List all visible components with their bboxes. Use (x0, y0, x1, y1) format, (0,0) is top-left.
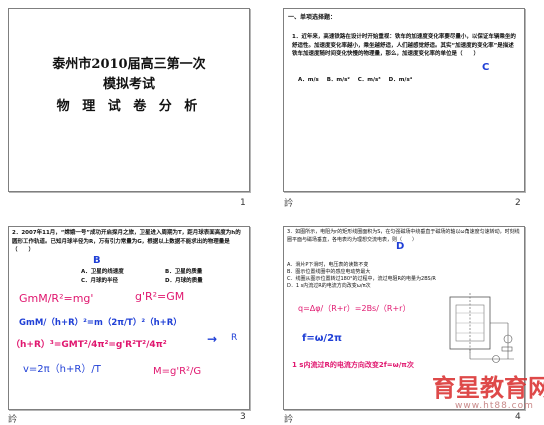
slide-notes-icon[interactable]: 訡 (284, 196, 293, 209)
slide-subtitle: 模拟考试 (102, 77, 155, 92)
section-heading: 一、单项选择题： (288, 14, 337, 21)
option-b: B．卫星的质量 (165, 269, 203, 275)
slide-number-2: 2 (515, 198, 521, 208)
slide-title: 泰州市2010届高三第一次 (52, 57, 206, 72)
slide-number-1: 1 (240, 198, 246, 208)
formula-gm: g'R²=GM (135, 290, 185, 303)
formula-direction-changes: 1 s内流过R的电流方向改变2f=ω/π次 (292, 361, 414, 369)
option-a: A．卫星的线速度 (81, 269, 124, 275)
slide-number-3: 3 (240, 412, 246, 422)
formula-frequency: f=ω/2π (302, 333, 342, 344)
slide-heading: 物 理 试 卷 分 析 (56, 99, 202, 114)
option-a: A．滑片P下滑时，电压表的读数不变 (287, 262, 369, 268)
formula-velocity: v=2π（h+R）/T (23, 364, 101, 375)
slide-notes-icon[interactable]: 訡 (284, 412, 293, 425)
slide-notes-icon[interactable]: 訡 (8, 412, 17, 425)
option-c: C．m/s³ (357, 77, 381, 83)
slide-number-4: 4 (515, 412, 521, 422)
watermark-url: www.ht88.com (455, 401, 534, 411)
arrow-right-icon: → (207, 332, 218, 346)
question-text: 1．近年来，高速铁路在设计时开始重视：铁车的加速度变化率要尽量小，以保证车辆乘坐… (292, 34, 516, 57)
watermark-logo: 育星教育网 (432, 374, 544, 402)
formula-gravity-surface: GmM/R²=mg' (19, 292, 94, 305)
answer-options: A．m/s B．m/s² C．m/s³ D．m/s⁴ (298, 75, 412, 83)
option-b: B．m/s² (326, 77, 350, 83)
option-d: D．月球的质量 (165, 278, 203, 284)
answer-letter: C (482, 62, 490, 73)
slide-sorter: 泰州市2010届高三第一次 模拟考试 物 理 试 卷 分 析 1 一、单项选择题… (0, 0, 544, 425)
circuit-diagram-icon (449, 293, 514, 363)
option-b: B．图示位置线圈中的感应电动势最大 (287, 269, 371, 275)
formula-orbit: GmM/（h+R）²=m（2π/T）²（h+R） (19, 318, 182, 328)
option-d: D．1 s内流过R的电流方向改变ω/π次 (287, 283, 371, 289)
answer-letter: B (93, 255, 101, 266)
slide-thumbnail-3[interactable]: 2．2007年11月，“嫦娥一号”成功开启探月之旅，卫星进入周期为T，距月球表面… (8, 226, 250, 410)
option-a: A．m/s (298, 77, 319, 83)
formula-charge: q=Δφ/（R+r）=2Bs/（R+r） (298, 304, 411, 313)
formula-result-r: R (231, 333, 238, 343)
option-c: C．月球的半径 (81, 278, 119, 284)
slide-thumbnail-2[interactable]: 一、单项选择题： 1．近年来，高速铁路在设计时开始重视：铁车的加速度变化率要尽量… (283, 8, 525, 192)
slide-thumbnail-1[interactable]: 泰州市2010届高三第一次 模拟考试 物 理 试 卷 分 析 (8, 8, 250, 192)
formula-mass: M=g'R²/G (153, 366, 202, 377)
formula-radius-cubed: （h+R）³=GMT²/4π²=g'R²T²/4π² (11, 340, 167, 350)
answer-letter: D (396, 241, 405, 252)
option-d: D．m/s⁴ (388, 77, 413, 83)
question-text: 2．2007年11月，“嫦娥一号”成功开启探月之旅，卫星进入周期为T，距月球表面… (12, 230, 241, 253)
option-c: C．线圈从图示位置转过180°的过程中，流过电阻R的电量为2BS/R (287, 276, 436, 282)
